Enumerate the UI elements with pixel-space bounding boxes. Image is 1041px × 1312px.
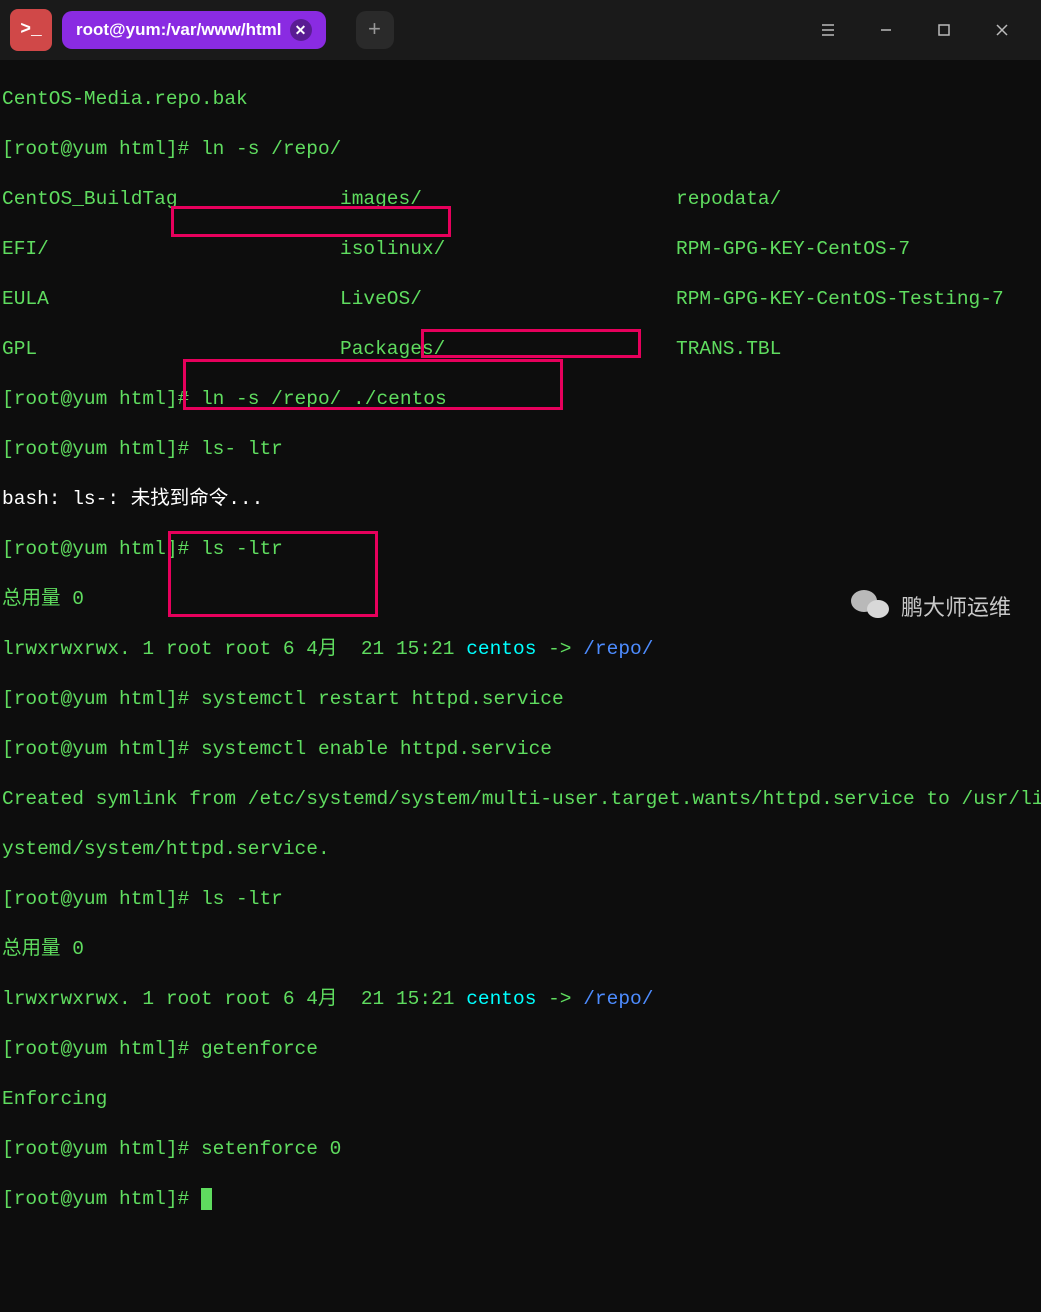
active-tab-title: root@yum:/var/www/html — [76, 20, 282, 40]
output-text: Created symlink from /etc/systemd/system… — [2, 788, 1041, 810]
command-text: ln -s /repo/ — [201, 138, 341, 160]
command-text: setenforce 0 — [201, 1138, 341, 1160]
listing-item: CentOS_BuildTag — [2, 187, 340, 212]
command-text: systemctl enable httpd.service — [201, 738, 552, 760]
active-tab[interactable]: root@yum:/var/www/html ✕ — [62, 11, 326, 49]
new-tab-button[interactable]: + — [356, 11, 394, 49]
listing-item: repodata/ — [676, 188, 781, 210]
symlink-target: /repo/ — [583, 988, 653, 1010]
minimize-icon — [879, 23, 893, 37]
error-text: bash: ls-: 未找到命令... — [2, 488, 263, 510]
output-text: 总用量 0 — [2, 938, 84, 960]
listing-item: images/ — [340, 187, 676, 212]
prompt: [root@yum html]# — [2, 1138, 201, 1160]
window-controls — [799, 10, 1031, 50]
ls-perms: lrwxrwxrwx. 1 root root 6 4月 21 15:21 — [2, 988, 466, 1010]
hamburger-icon — [820, 22, 836, 38]
symlink-target: /repo/ — [583, 638, 653, 660]
prompt: [root@yum html]# — [2, 538, 201, 560]
prompt: [root@yum html]# — [2, 388, 201, 410]
listing-item: GPL — [2, 337, 340, 362]
menu-button[interactable] — [799, 10, 857, 50]
prompt: [root@yum html]# — [2, 438, 201, 460]
listing-item: TRANS.TBL — [676, 338, 781, 360]
listing-item: RPM-GPG-KEY-CentOS-Testing-7 — [676, 288, 1004, 310]
prompt: [root@yum html]# — [2, 688, 201, 710]
app-icon-glyph: >_ — [20, 20, 42, 40]
command-text: ls- ltr — [201, 438, 283, 460]
command-text: ls -ltr — [201, 888, 283, 910]
prompt: [root@yum html]# — [2, 738, 201, 760]
watermark: 鹏大师运维 — [851, 586, 1011, 626]
command-text: ln -s /repo/ ./centos — [201, 388, 447, 410]
symlink-name: centos — [466, 988, 536, 1010]
close-icon — [995, 23, 1009, 37]
command-text: ls -ltr — [201, 538, 283, 560]
watermark-text: 鹏大师运维 — [901, 590, 1011, 622]
prompt: [root@yum html]# — [2, 138, 201, 160]
symlink-name: centos — [466, 638, 536, 660]
terminal-cursor[interactable] — [201, 1188, 212, 1210]
output-text: CentOS-Media.repo.bak — [2, 88, 248, 110]
arrow: -> — [536, 988, 583, 1010]
close-tab-button[interactable]: ✕ — [290, 19, 312, 41]
listing-item: Packages/ — [340, 337, 676, 362]
output-text: ystemd/system/httpd.service. — [2, 838, 330, 860]
prompt: [root@yum html]# — [2, 1038, 201, 1060]
listing-item: LiveOS/ — [340, 287, 676, 312]
prompt: [root@yum html]# — [2, 888, 201, 910]
maximize-icon — [937, 23, 951, 37]
terminal-output[interactable]: CentOS-Media.repo.bak [root@yum html]# l… — [0, 60, 1041, 1312]
listing-item: EFI/ — [2, 237, 340, 262]
close-window-button[interactable] — [973, 10, 1031, 50]
listing-item: RPM-GPG-KEY-CentOS-7 — [676, 238, 910, 260]
listing-item: isolinux/ — [340, 237, 676, 262]
output-text: Enforcing — [2, 1088, 107, 1110]
minimize-button[interactable] — [857, 10, 915, 50]
ls-perms: lrwxrwxrwx. 1 root root 6 4月 21 15:21 — [2, 638, 466, 660]
wechat-icon — [851, 586, 891, 626]
app-icon: >_ — [10, 9, 52, 51]
listing-item: EULA — [2, 287, 340, 312]
maximize-button[interactable] — [915, 10, 973, 50]
arrow: -> — [536, 638, 583, 660]
output-text: 总用量 0 — [2, 588, 84, 610]
prompt: [root@yum html]# — [2, 1188, 201, 1210]
command-text: systemctl restart httpd.service — [201, 688, 564, 710]
window-titlebar: >_ root@yum:/var/www/html ✕ + — [0, 0, 1041, 60]
command-text: getenforce — [201, 1038, 318, 1060]
